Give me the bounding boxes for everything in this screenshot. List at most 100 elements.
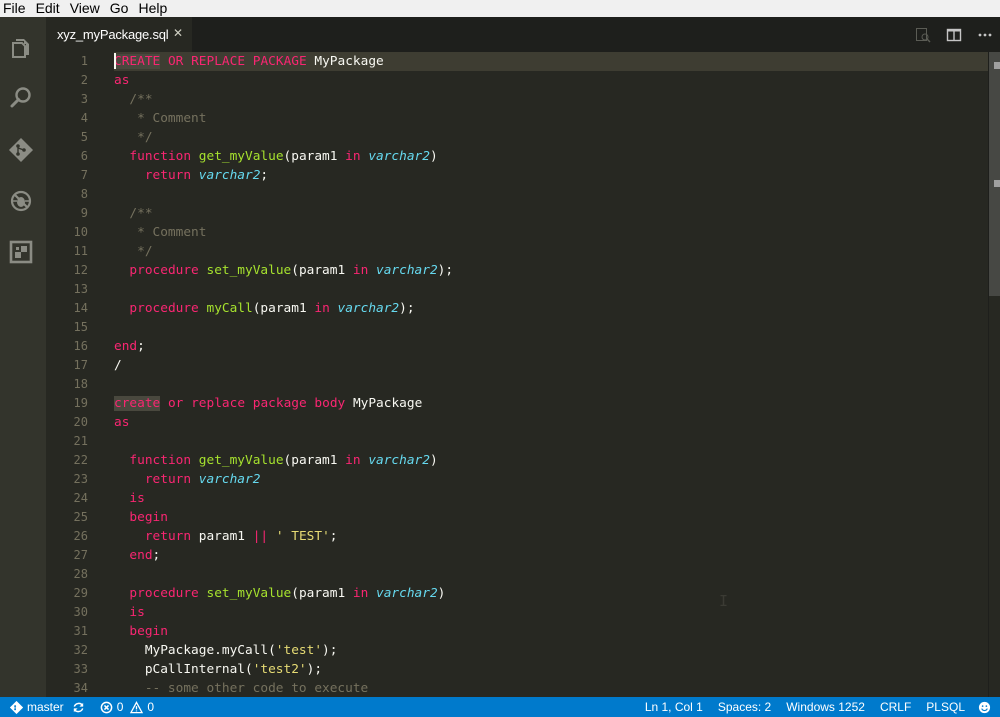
code-line[interactable]: is [114,489,453,508]
code-line[interactable] [114,318,453,337]
code-line[interactable]: MyPackage.myCall('test'); [114,641,453,660]
code-token: (param1 [283,453,346,468]
code-line[interactable]: is [114,603,453,622]
code-line[interactable]: begin [114,508,453,527]
code-line[interactable]: -- some other code to execute [114,679,453,697]
code-token: as [114,73,130,88]
debug-icon[interactable] [8,188,34,214]
code-token: varchar2 [368,149,430,164]
git-icon[interactable] [8,137,34,163]
code-line[interactable]: */ [114,128,453,147]
language-mode[interactable]: PLSQL [926,697,965,717]
cursor-position[interactable]: Ln 1, Col 1 [645,697,703,717]
code-line[interactable]: CREATE OR REPLACE PACKAGE MyPackage [114,52,453,71]
line-number: 25 [73,510,88,524]
code-line[interactable] [114,280,453,299]
code-line[interactable] [114,185,453,204]
code-editor[interactable]: 1 2 3 4 5 6 7 8 9 10 11 12 13 14 15 16 17 18 19 20 21 22 23 24 2… [46,52,1000,697]
code-line[interactable]: * Comment [114,223,453,242]
code-line[interactable]: pCallInternal('test2'); [114,660,453,679]
line-number: 12 [73,263,88,277]
code-token: varchar2 [376,586,438,601]
open-preview-icon[interactable] [907,17,938,52]
more-actions-icon[interactable] [969,17,1000,52]
code-token: (param1 [252,301,315,316]
code-line[interactable]: create or replace package body MyPackage [114,394,453,413]
smiley-icon[interactable] [978,697,991,717]
sync-icon[interactable] [72,697,85,717]
menu-view[interactable]: View [67,0,107,17]
git-branch-icon [10,700,23,714]
code-token: begin [129,510,168,525]
code-token: ); [399,301,415,316]
indentation[interactable]: Spaces: 2 [718,697,771,717]
file-encoding[interactable]: Windows 1252 [786,697,865,717]
line-number: 19 [73,396,88,410]
scrollbar-thumb[interactable] [989,52,1000,296]
error-count: 0 [116,700,124,714]
code-line[interactable]: return param1 || ' TEST'; [114,527,453,546]
tab-label: xyz_myPackage.sql [57,27,169,42]
code-line[interactable]: procedure set_myValue(param1 in varchar2… [114,261,453,280]
code-token: is [129,605,145,620]
line-number: 5 [80,130,88,144]
editor-tab[interactable]: xyz_myPackage.sql ✕ [46,17,192,52]
code-line[interactable]: procedure set_myValue(param1 in varchar2… [114,584,453,603]
code-token: as [114,415,130,430]
code-line[interactable]: procedure myCall(param1 in varchar2); [114,299,453,318]
code-token: varchar2 [198,168,261,183]
close-icon[interactable]: ✕ [173,26,183,40]
code-token: is [129,491,145,506]
code-line[interactable]: function get_myValue(param1 in varchar2) [114,147,453,166]
line-number: 21 [73,434,88,448]
code-area[interactable]: CREATE OR REPLACE PACKAGE MyPackage as /*… [114,52,453,697]
code-token: in [345,453,361,468]
code-line[interactable]: as [114,413,453,432]
extensions-icon[interactable] [8,239,34,265]
code-token: (param1 [283,149,346,164]
line-number-gutter: 1 2 3 4 5 6 7 8 9 10 11 12 13 14 15 16 17 18 19 20 21 22 23 24 2… [46,52,114,697]
vertical-scrollbar[interactable] [988,52,1000,697]
code-line[interactable]: end; [114,546,453,565]
code-line[interactable]: */ [114,242,453,261]
code-line[interactable]: begin [114,622,453,641]
menu-go[interactable]: Go [107,0,136,17]
code-line[interactable]: end; [114,337,453,356]
code-line[interactable]: as [114,71,453,90]
code-line[interactable]: /** [114,204,453,223]
code-line[interactable] [114,375,453,394]
code-token: return [144,472,192,487]
code-line[interactable] [114,432,453,451]
code-line[interactable]: /** [114,90,453,109]
code-line[interactable] [114,565,453,584]
code-token: ) [429,149,438,164]
menu-file[interactable]: File [0,0,33,17]
problems-status[interactable]: 0 0 [100,697,154,717]
code-line[interactable]: function get_myValue(param1 in varchar2) [114,451,453,470]
code-token: get_myValue [198,149,284,164]
code-token: in [352,263,369,278]
search-icon[interactable] [8,85,34,111]
code-token: OR [167,54,184,69]
code-line[interactable]: return varchar2 [114,470,453,489]
branch-status[interactable]: master [10,697,64,717]
menu-help[interactable]: Help [135,0,174,17]
text-cursor-pointer: I [719,592,729,610]
code-line[interactable]: / [114,356,453,375]
split-editor-icon[interactable] [938,17,969,52]
code-line[interactable]: return varchar2; [114,166,453,185]
code-line[interactable]: * Comment [114,109,453,128]
menu-edit[interactable]: Edit [33,0,67,17]
code-token: function [129,149,192,164]
explorer-icon[interactable] [8,35,34,61]
line-ending[interactable]: CRLF [880,697,911,717]
